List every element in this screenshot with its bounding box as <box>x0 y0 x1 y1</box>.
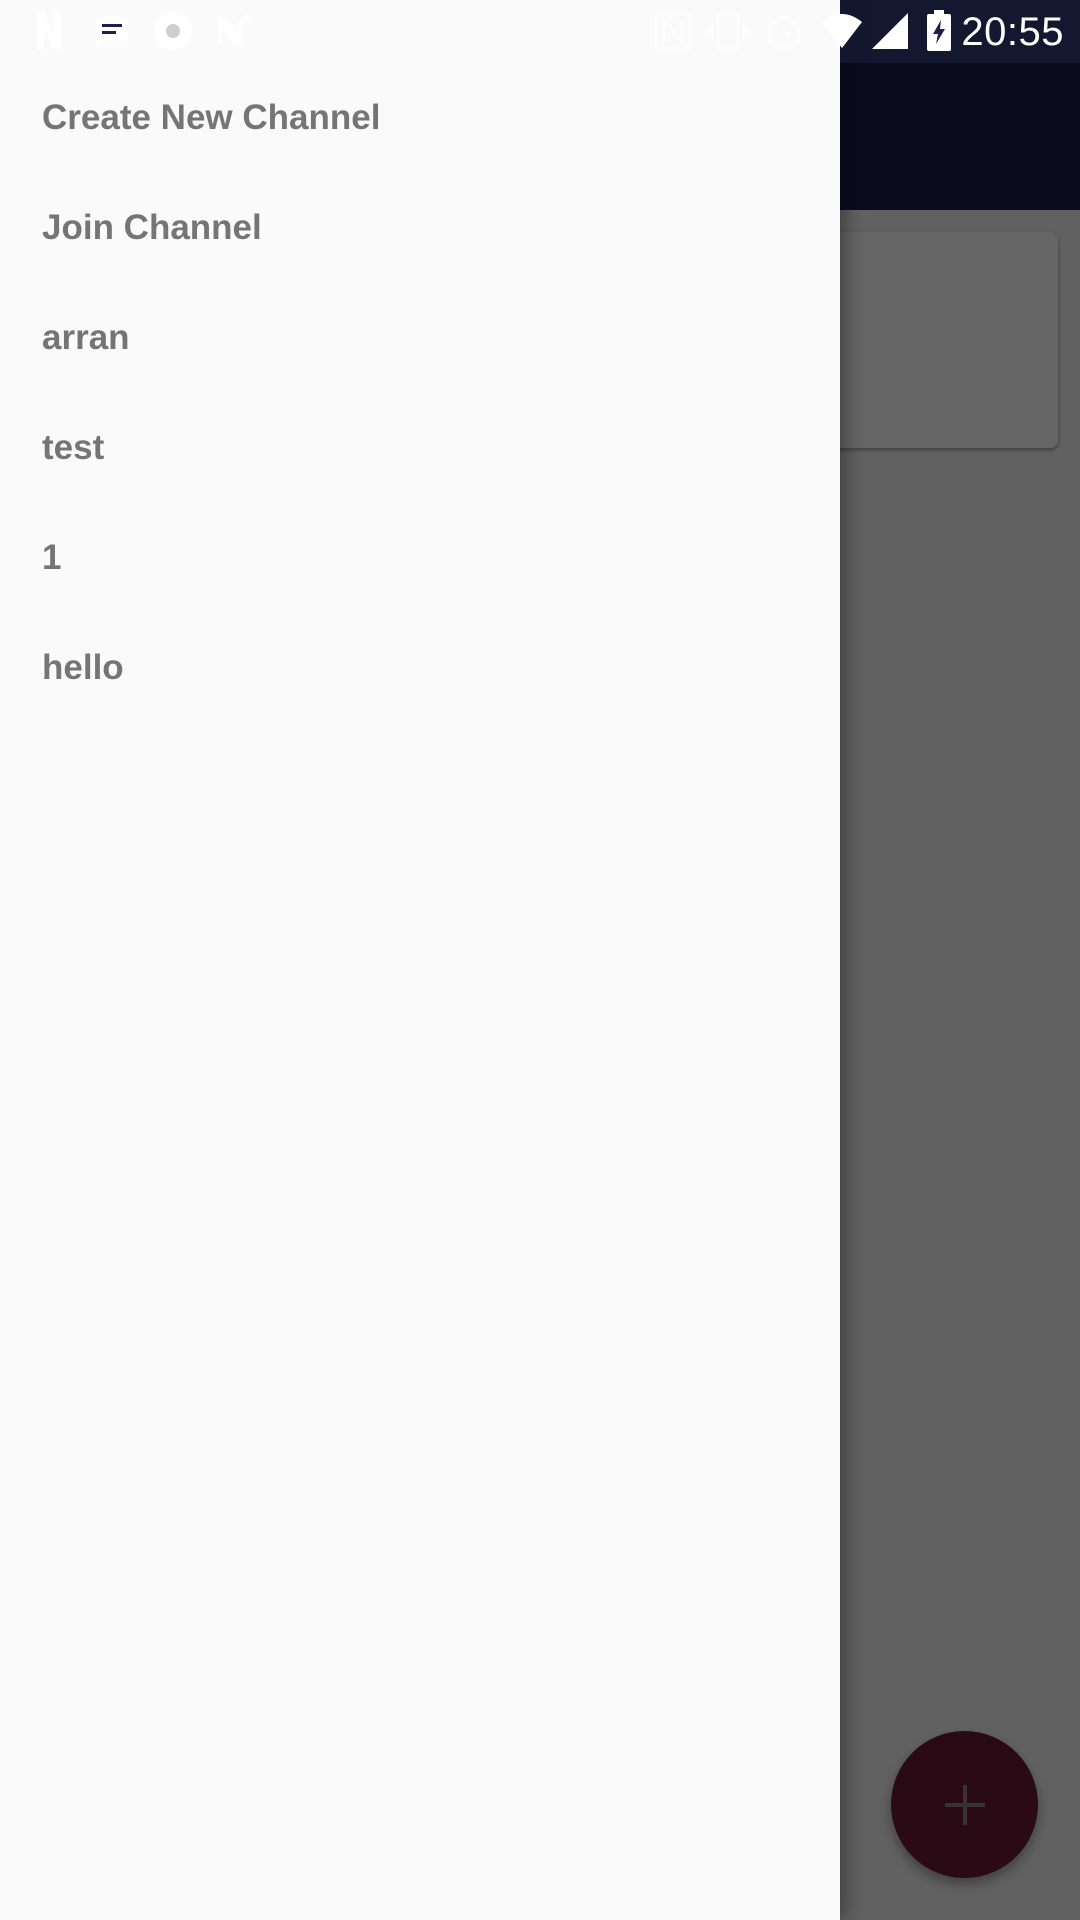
drawer-item-create-new-channel[interactable]: Create New Channel <box>0 63 840 173</box>
drawer-item-label: hello <box>42 648 124 687</box>
drawer-item-label: Join Channel <box>42 208 262 247</box>
drawer-menu: Create New Channel Join Channel arran te… <box>0 63 840 723</box>
notification-n-icon <box>34 10 64 52</box>
drawer-item-label: arran <box>42 318 130 357</box>
battery-charging-icon <box>926 10 952 52</box>
nfc-icon <box>654 10 692 52</box>
signal-icon <box>870 10 910 52</box>
drawer-item-label: test <box>42 428 105 467</box>
missed-call-icon <box>214 10 256 52</box>
app-icon <box>152 10 194 52</box>
wifi-icon <box>820 10 864 52</box>
drawer-item-channel-1[interactable]: 1 <box>0 503 840 613</box>
drawer-item-channel-hello[interactable]: hello <box>0 613 840 723</box>
status-bar: 20:55 <box>0 0 1080 63</box>
drawer-item-channel-arran[interactable]: arran <box>0 283 840 393</box>
navigation-drawer: Create New Channel Join Channel arran te… <box>0 0 840 1920</box>
drawer-item-label: Create New Channel <box>42 98 381 137</box>
screen: Create New Channel Join Channel arran te… <box>0 0 1080 1920</box>
alarm-icon <box>764 10 804 52</box>
drawer-item-label: 1 <box>42 538 62 577</box>
message-icon <box>92 10 132 52</box>
drawer-item-join-channel[interactable]: Join Channel <box>0 173 840 283</box>
drawer-item-channel-test[interactable]: test <box>0 393 840 503</box>
vibrate-icon <box>706 10 750 52</box>
status-time: 20:55 <box>961 10 1064 54</box>
